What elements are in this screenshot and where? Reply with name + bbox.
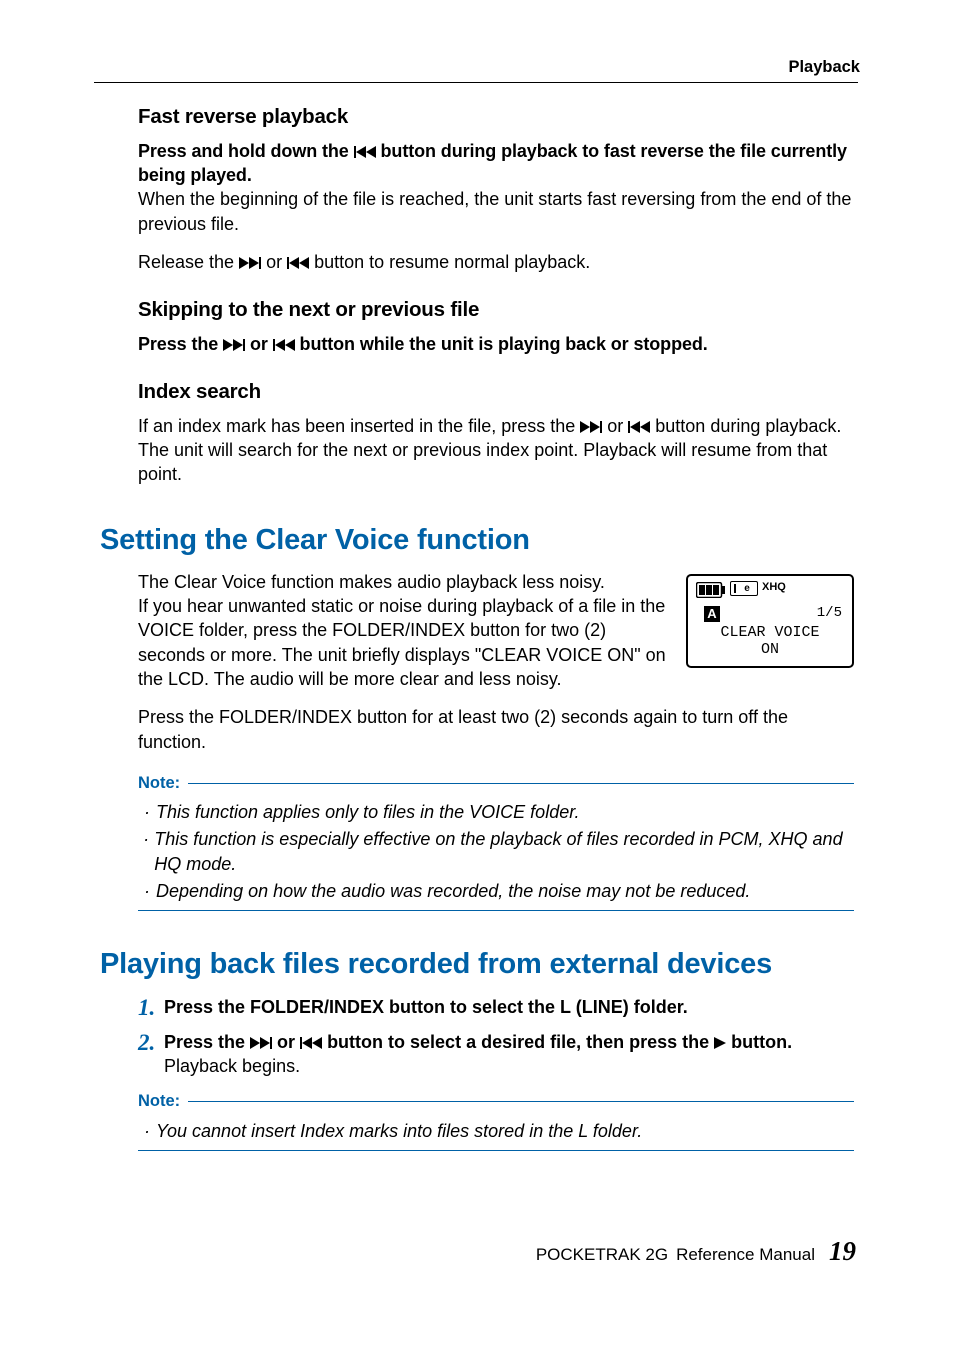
note-header-2: Note: xyxy=(138,1090,854,1112)
step-number: 2. xyxy=(138,1030,164,1079)
note-item: Depending on how the audio was recorded,… xyxy=(156,879,750,903)
skip-next-icon xyxy=(250,1037,272,1049)
heading-fast-reverse: Fast reverse playback xyxy=(138,103,854,131)
note-label: Note: xyxy=(138,1090,180,1112)
text: Press the xyxy=(138,334,223,354)
skip-prev-icon xyxy=(273,339,295,351)
lcd-line2: ON xyxy=(688,640,852,660)
battery-icon xyxy=(696,582,726,598)
text: If an index mark has been inserted in th… xyxy=(138,416,580,436)
text: button during playback. xyxy=(650,416,841,436)
sd-icon: e xyxy=(730,581,758,596)
text: Press the xyxy=(164,1032,250,1052)
note-item: You cannot insert Index marks into files… xyxy=(156,1119,642,1143)
text: button to select a desired file, then pr… xyxy=(322,1032,714,1052)
lcd-count: 1/5 xyxy=(817,604,842,623)
note-end-rule xyxy=(138,910,854,911)
step-subtext: Playback begins. xyxy=(164,1054,854,1078)
header-rule xyxy=(94,82,858,83)
note-label: Note: xyxy=(138,772,180,794)
skip-prev-icon xyxy=(287,257,309,269)
lcd-illustration: e XHQ A 1/5 CLEAR VOICE ON xyxy=(686,574,854,668)
header-section-label: Playback xyxy=(788,56,860,78)
footer: POCKETRAK 2G Reference Manual 19 xyxy=(536,1233,856,1269)
text: button while the unit is playing back or… xyxy=(295,334,708,354)
heading-index-search: Index search xyxy=(138,378,854,406)
skip-next-icon xyxy=(580,421,602,433)
text: or xyxy=(272,1032,300,1052)
note-list-2: ·You cannot insert Index marks into file… xyxy=(138,1113,854,1143)
page-number: 19 xyxy=(829,1233,856,1269)
text: or xyxy=(602,416,628,436)
text: The unit will search for the next or pre… xyxy=(138,438,854,487)
note-header: Note: xyxy=(138,772,854,794)
text: When the beginning of the file is reache… xyxy=(138,187,854,236)
block-fast-reverse: Press and hold down the button during pl… xyxy=(138,139,854,274)
footer-doc: Reference Manual xyxy=(676,1244,815,1267)
text: Press the FOLDER/INDEX button for at lea… xyxy=(138,705,854,754)
note-end-rule xyxy=(138,1150,854,1151)
block-skipping: Press the or button while the unit is pl… xyxy=(138,332,854,356)
steps-list: 1. Press the FOLDER/INDEX button to sele… xyxy=(138,995,854,1079)
note-item: This function applies only to files in t… xyxy=(156,800,580,824)
block-clear-voice: e XHQ A 1/5 CLEAR VOICE ON The Clear Voi… xyxy=(138,570,854,754)
heading-clear-voice: Setting the Clear Voice function xyxy=(100,521,854,560)
text: Release the xyxy=(138,252,239,272)
lcd-mode: XHQ xyxy=(762,580,786,595)
text: or xyxy=(261,252,287,272)
note-list-1: ·This function applies only to files in … xyxy=(138,794,854,903)
play-icon xyxy=(714,1037,726,1049)
footer-product: POCKETRAK 2G xyxy=(536,1244,668,1267)
text: Press and hold down the xyxy=(138,141,354,161)
page-content: Fast reverse playback Press and hold dow… xyxy=(100,103,854,1151)
block-index: If an index mark has been inserted in th… xyxy=(138,414,854,487)
heading-external: Playing back files recorded from externa… xyxy=(100,945,854,984)
skip-next-icon xyxy=(223,339,245,351)
skip-next-icon xyxy=(239,257,261,269)
skip-prev-icon xyxy=(300,1037,322,1049)
step-number: 1. xyxy=(138,995,164,1020)
text: or xyxy=(245,334,273,354)
text: button. xyxy=(726,1032,792,1052)
skip-prev-icon xyxy=(354,146,376,158)
skip-prev-icon xyxy=(628,421,650,433)
note-item: This function is especially effective on… xyxy=(154,827,854,876)
step-text: Press the FOLDER/INDEX button to select … xyxy=(164,997,688,1017)
lcd-folder: A xyxy=(704,606,720,622)
text: button to resume normal playback. xyxy=(309,252,590,272)
heading-skipping: Skipping to the next or previous file xyxy=(138,296,854,324)
